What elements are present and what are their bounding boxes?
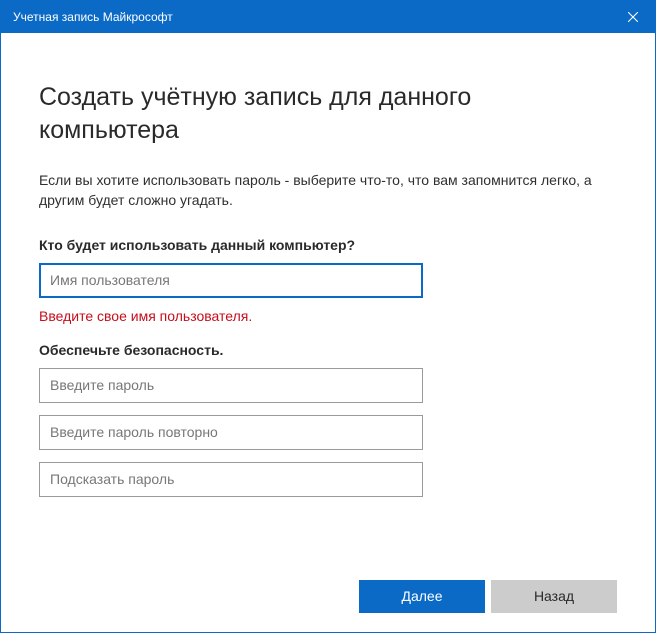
footer-buttons: Далее Назад <box>1 560 655 632</box>
page-description: Если вы хотите использовать пароль - выб… <box>39 170 617 211</box>
username-section-label: Кто будет использовать данный компьютер? <box>39 237 617 253</box>
security-section-label: Обеспечьте безопасность. <box>39 342 617 358</box>
back-button[interactable]: Назад <box>491 580 617 613</box>
window-titlebar: Учетная запись Майкрософт <box>1 1 655 33</box>
close-button[interactable] <box>610 1 655 33</box>
window-title: Учетная запись Майкрософт <box>13 10 173 24</box>
next-button[interactable]: Далее <box>359 580 485 613</box>
username-input[interactable] <box>39 263 423 298</box>
username-error-message: Введите свое имя пользователя. <box>39 308 617 324</box>
password-hint-input[interactable] <box>39 462 423 497</box>
close-icon <box>628 12 638 22</box>
page-title: Создать учётную запись для данного компь… <box>39 81 617 146</box>
content-area: Создать учётную запись для данного компь… <box>1 33 655 560</box>
password-confirm-input[interactable] <box>39 415 423 450</box>
password-input[interactable] <box>39 368 423 403</box>
